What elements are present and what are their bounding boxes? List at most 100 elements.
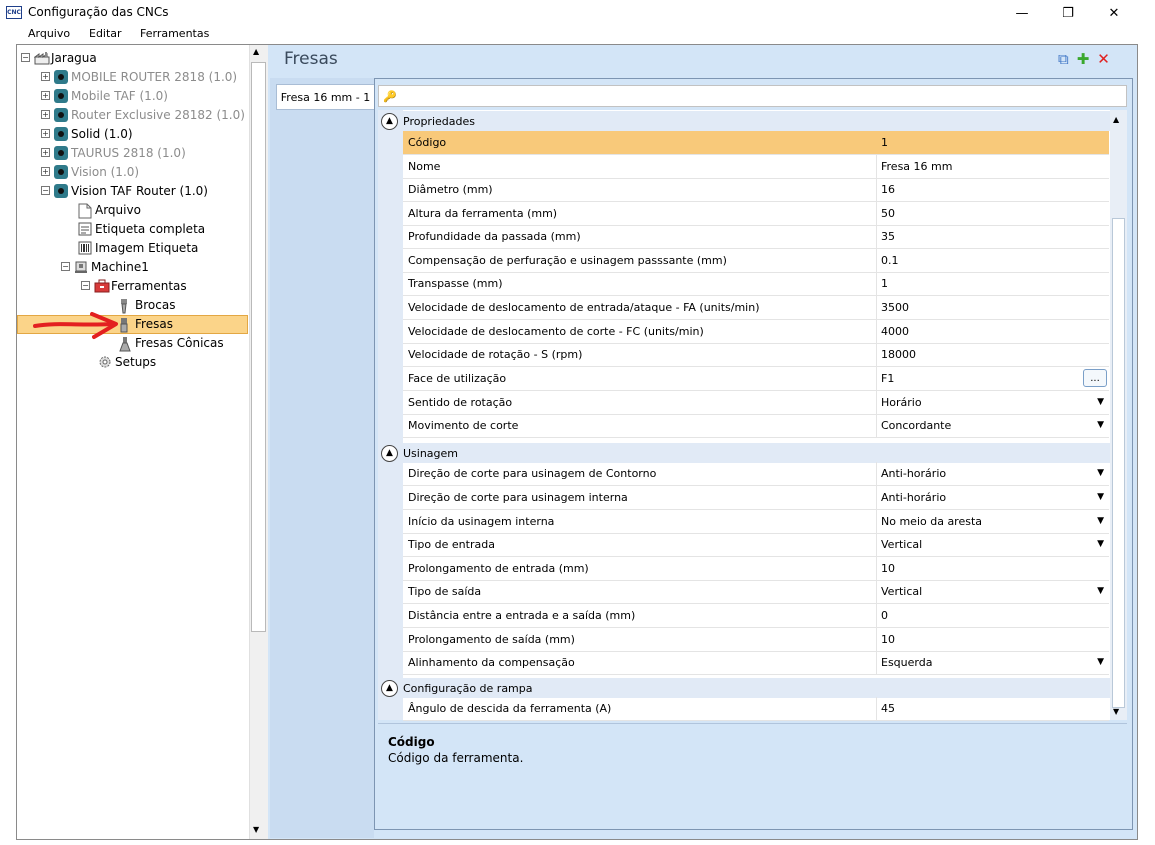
tree-node-imagem-etiqueta[interactable]: Imagem Etiqueta (78, 238, 198, 257)
tree-node-setups[interactable]: Setups (98, 352, 156, 371)
dropdown-arrow-icon[interactable]: ▼ (1097, 516, 1104, 526)
property-value[interactable]: 35 (877, 225, 1109, 248)
tree-node-fresas-conicas[interactable]: Fresas Cônicas (118, 333, 224, 352)
property-row[interactable]: Prolongamento de saída (mm) 10 (403, 628, 1109, 652)
property-row[interactable]: Nome Fresa 16 mm (403, 155, 1109, 179)
scroll-down-icon[interactable]: ▼ (1113, 707, 1119, 716)
collapse-icon[interactable]: − (41, 186, 50, 195)
property-row[interactable]: Tipo de entrada Vertical ▼ (403, 533, 1109, 557)
property-value[interactable]: 1 (877, 272, 1109, 295)
property-row[interactable]: Compensação de perfuração e usinagem pas… (403, 249, 1109, 273)
grid-scroll-thumb[interactable] (1112, 218, 1125, 708)
property-value[interactable]: Concordante ▼ (877, 414, 1109, 437)
restore-button[interactable]: ❐ (1045, 0, 1091, 26)
property-row[interactable]: Velocidade de deslocamento de entrada/at… (403, 296, 1109, 320)
collapse-category-icon[interactable]: ▲ (381, 444, 398, 462)
tree-node-machine[interactable]: − Vision TAF Router (1.0) (41, 181, 208, 200)
property-value[interactable]: Anti-horário ▼ (877, 486, 1109, 509)
minimize-button[interactable]: — (999, 0, 1045, 26)
expand-icon[interactable]: + (41, 167, 50, 176)
expand-icon[interactable]: + (41, 148, 50, 157)
dropdown-arrow-icon[interactable]: ▼ (1097, 468, 1104, 478)
property-row[interactable]: Ângulo de descida da ferramenta (A) 45 (403, 697, 1109, 721)
property-value[interactable]: 10 (877, 557, 1109, 580)
dropdown-arrow-icon[interactable]: ▼ (1097, 586, 1104, 596)
menu-editar[interactable]: Editar (89, 27, 122, 40)
delete-icon[interactable]: ✕ (1097, 50, 1110, 68)
expand-icon[interactable]: + (41, 110, 50, 119)
property-row[interactable]: Direção de corte para usinagem interna A… (403, 486, 1109, 510)
tree-node-machine[interactable]: + Router Exclusive 28182 (1.0) (41, 105, 245, 124)
tree-node-machine[interactable]: + Vision (1.0) (41, 162, 139, 181)
property-value[interactable]: 4000 (877, 320, 1109, 343)
collapse-category-icon[interactable]: ▲ (381, 112, 398, 130)
tree-node-ferramentas[interactable]: − Ferramentas (81, 276, 187, 295)
property-value[interactable]: 0 (877, 604, 1109, 627)
category-propriedades[interactable]: ▲ Propriedades (378, 111, 1110, 131)
property-value[interactable]: Esquerda ▼ (877, 651, 1109, 674)
property-value[interactable]: Vertical ▼ (877, 580, 1109, 603)
property-value[interactable]: 16 (877, 178, 1109, 201)
collapse-icon[interactable]: − (61, 262, 70, 271)
property-value[interactable]: Vertical ▼ (877, 533, 1109, 556)
dropdown-arrow-icon[interactable]: ▼ (1097, 420, 1104, 430)
add-icon[interactable]: ✚ (1077, 50, 1090, 68)
tree-node-machine[interactable]: + TAURUS 2818 (1.0) (41, 143, 186, 162)
tree-node-machine[interactable]: + Mobile TAF (1.0) (41, 86, 168, 105)
property-value[interactable]: F1 ... (877, 367, 1109, 390)
category-usinagem[interactable]: ▲ Usinagem (378, 443, 1110, 463)
dropdown-arrow-icon[interactable]: ▼ (1097, 397, 1104, 407)
scroll-up-icon[interactable]: ▲ (1113, 115, 1119, 124)
property-row[interactable]: Início da usinagem interna No meio da ar… (403, 510, 1109, 534)
property-row[interactable]: Altura da ferramenta (mm) 50 (403, 202, 1109, 226)
tree-node-machine[interactable]: + MOBILE ROUTER 2818 (1.0) (41, 67, 237, 86)
tree-node-brocas[interactable]: Brocas (118, 295, 175, 314)
property-row[interactable]: Código 1 (403, 131, 1109, 155)
tree-node-machine[interactable]: + Solid (1.0) (41, 124, 133, 143)
property-value[interactable]: 45 (877, 697, 1109, 720)
property-row[interactable]: Face de utilização F1 ... (403, 367, 1109, 391)
property-value[interactable]: Fresa 16 mm (877, 155, 1109, 178)
property-row[interactable]: Alinhamento da compensação Esquerda ▼ (403, 651, 1109, 675)
property-row[interactable]: Diâmetro (mm) 16 (403, 178, 1109, 202)
property-row[interactable]: Profundidade da passada (mm) 35 (403, 225, 1109, 249)
copy-icon[interactable]: ⧉ (1058, 50, 1069, 68)
dropdown-arrow-icon[interactable]: ▼ (1097, 657, 1104, 667)
property-value[interactable]: 3500 (877, 296, 1109, 319)
property-value[interactable]: 18000 (877, 343, 1109, 366)
tree-node-arquivo[interactable]: Arquivo (78, 200, 141, 219)
menu-arquivo[interactable]: Arquivo (28, 27, 70, 40)
property-row[interactable]: Tipo de saída Vertical ▼ (403, 580, 1109, 604)
collapse-category-icon[interactable]: ▲ (381, 679, 398, 697)
property-value[interactable]: No meio da aresta ▼ (877, 510, 1109, 533)
scroll-down-icon[interactable]: ▼ (253, 825, 259, 834)
property-value[interactable]: 10 (877, 628, 1109, 651)
scroll-up-icon[interactable]: ▲ (253, 47, 259, 56)
collapse-icon[interactable]: − (81, 281, 90, 290)
property-row[interactable]: Distância entre a entrada e a saída (mm)… (403, 604, 1109, 628)
collapse-icon[interactable]: − (21, 53, 30, 62)
property-value[interactable]: 50 (877, 202, 1109, 225)
ellipsis-button[interactable]: ... (1083, 369, 1107, 387)
property-row[interactable]: Sentido de rotação Horário ▼ (403, 391, 1109, 415)
property-value[interactable]: Anti-horário ▼ (877, 462, 1109, 485)
tree-node-etiqueta[interactable]: Etiqueta completa (78, 219, 205, 238)
property-value[interactable]: 1 (877, 131, 1109, 154)
close-button[interactable]: ✕ (1091, 0, 1137, 26)
tree-node-machine1[interactable]: − Machine1 (61, 257, 149, 276)
property-value[interactable]: Horário ▼ (877, 391, 1109, 414)
tree-node-root[interactable]: − Jaragua (21, 48, 97, 67)
expand-icon[interactable]: + (41, 129, 50, 138)
property-row[interactable]: Direção de corte para usinagem de Contor… (403, 462, 1109, 486)
expand-icon[interactable]: + (41, 72, 50, 81)
menu-ferramentas[interactable]: Ferramentas (140, 27, 209, 40)
property-value[interactable]: 0.1 (877, 249, 1109, 272)
category-rampa[interactable]: ▲ Configuração de rampa (378, 678, 1110, 698)
property-row[interactable]: Prolongamento de entrada (mm) 10 (403, 557, 1109, 581)
tree-scroll-thumb[interactable] (251, 62, 266, 632)
property-row[interactable]: Movimento de corte Concordante ▼ (403, 414, 1109, 438)
dropdown-arrow-icon[interactable]: ▼ (1097, 539, 1104, 549)
property-row[interactable]: Velocidade de deslocamento de corte - FC… (403, 320, 1109, 344)
tree-node-fresas[interactable]: Fresas (118, 314, 173, 333)
search-input[interactable] (378, 85, 1127, 107)
